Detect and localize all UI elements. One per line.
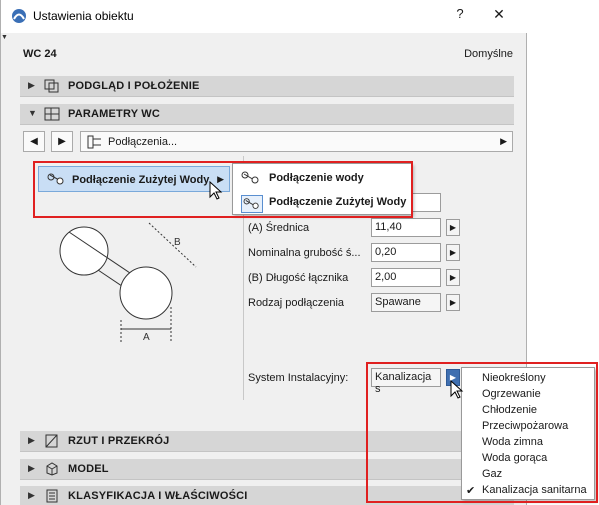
section-label: PARAMETRY WC bbox=[68, 108, 161, 120]
page-select[interactable]: Podłączenia... ▶ bbox=[80, 131, 513, 152]
prop-label-diameter: (A) Średnica bbox=[248, 222, 310, 234]
archicad-icon bbox=[12, 9, 26, 23]
window-title: Ustawienia obiektu bbox=[33, 9, 134, 23]
floorplan-icon bbox=[45, 434, 58, 448]
object-name: WC 24 bbox=[23, 48, 57, 60]
thickness-input[interactable]: 0,20 bbox=[371, 243, 441, 262]
diameter-arrow-button[interactable]: ▶ bbox=[446, 219, 460, 236]
prop-label-thickness: Nominalna grubość ś... bbox=[248, 247, 361, 259]
prev-page-button[interactable]: ◀ bbox=[23, 131, 45, 152]
section-label: KLASYFIKACJA I WŁAŚCIWOŚCI bbox=[68, 490, 248, 502]
collapse-arrow-icon[interactable]: ▼ bbox=[1, 34, 8, 41]
length-arrow-button[interactable]: ▶ bbox=[446, 269, 460, 286]
connection-page-icon bbox=[87, 135, 101, 149]
close-button[interactable]: ✕ bbox=[489, 6, 509, 26]
section-params[interactable]: ▼ PARAMETRY WC bbox=[20, 104, 514, 125]
section-label: PODGLĄD I POŁOŻENIE bbox=[68, 80, 200, 92]
chevron-right-icon: ▶ bbox=[500, 136, 507, 146]
classification-icon bbox=[46, 489, 58, 503]
preview-icon bbox=[44, 79, 59, 93]
preset-label[interactable]: Domyślne bbox=[421, 48, 513, 60]
diameter-input[interactable]: 11,40 bbox=[371, 218, 441, 237]
dim-label-b: B bbox=[174, 237, 181, 248]
dim-label-a: A bbox=[143, 332, 150, 343]
expand-arrow-icon: ▶ bbox=[28, 80, 35, 90]
expand-arrow-icon: ▶ bbox=[28, 490, 35, 500]
highlight-box-connection bbox=[33, 161, 413, 218]
collapse-arrow-icon: ▼ bbox=[28, 108, 37, 118]
connection-type-arrow-button[interactable]: ▶ bbox=[446, 294, 460, 311]
thickness-arrow-button[interactable]: ▶ bbox=[446, 244, 460, 261]
cube-icon bbox=[46, 462, 58, 476]
system-label: System Instalacyjny: bbox=[248, 372, 349, 384]
expand-arrow-icon: ▶ bbox=[28, 435, 35, 445]
length-input[interactable]: 2,00 bbox=[371, 268, 441, 287]
highlight-box-system bbox=[366, 362, 598, 503]
section-preview[interactable]: ▶ PODGLĄD I POŁOŻENIE bbox=[20, 76, 514, 97]
help-button[interactable]: ? bbox=[451, 6, 469, 26]
page-select-label: Podłączenia... bbox=[108, 136, 178, 148]
title-bar: Ustawienia obiektu ? ✕ bbox=[1, 0, 528, 33]
expand-arrow-icon: ▶ bbox=[28, 463, 35, 473]
prop-label-connection-type: Rodzaj podłączenia bbox=[248, 297, 345, 309]
connection-type-select[interactable]: Spawane bbox=[371, 293, 441, 312]
pipe-diagram: A B bbox=[59, 222, 197, 343]
next-page-button[interactable]: ▶ bbox=[51, 131, 73, 152]
section-label: MODEL bbox=[68, 463, 109, 475]
prop-label-length: (B) Długość łącznika bbox=[248, 272, 349, 284]
section-label: RZUT I PRZEKRÓJ bbox=[68, 435, 170, 447]
params-icon bbox=[44, 107, 60, 121]
